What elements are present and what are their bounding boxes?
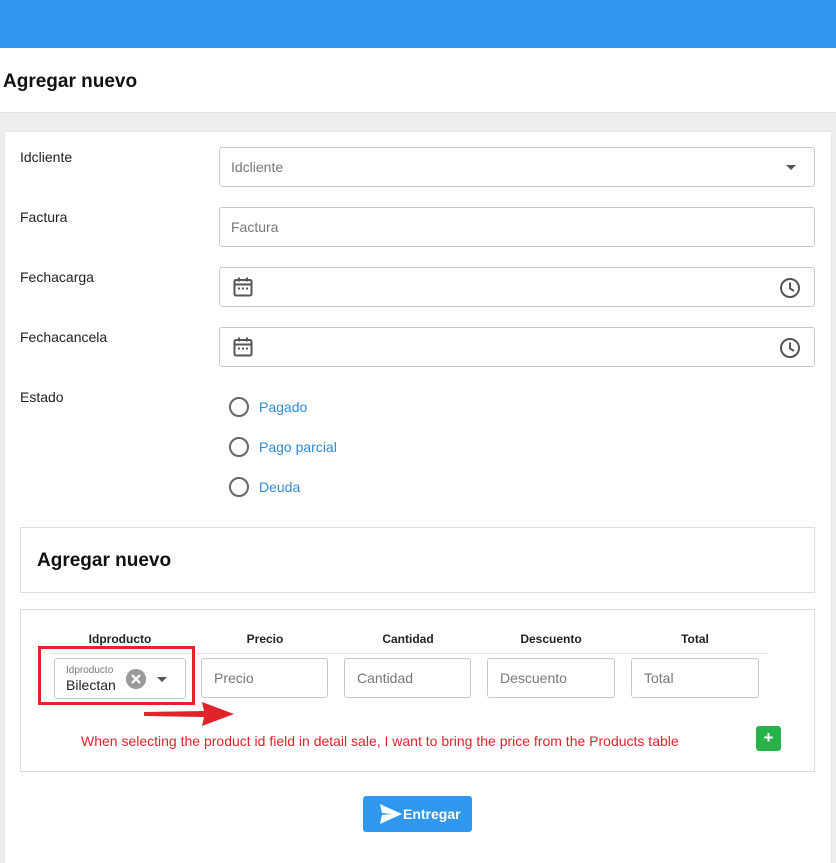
app-top-bar: [0, 0, 836, 48]
radio-circle[interactable]: [229, 437, 249, 457]
total-input[interactable]: Total: [631, 658, 759, 698]
add-row-button[interactable]: +: [756, 726, 781, 751]
precio-placeholder: Precio: [214, 670, 254, 686]
idcliente-label: Idcliente: [20, 149, 73, 165]
factura-input[interactable]: Factura: [219, 207, 815, 247]
clock-icon[interactable]: [779, 337, 801, 359]
column-header-idproducto: Idproducto: [88, 632, 152, 646]
annotation-highlight-box: [38, 646, 195, 705]
factura-placeholder: Factura: [231, 219, 279, 235]
send-icon: [380, 804, 402, 824]
submit-label: Entregar: [403, 806, 461, 822]
estado-label: Estado: [20, 389, 64, 405]
column-header-descuento: Descuento: [520, 632, 582, 646]
descuento-input[interactable]: Descuento: [487, 658, 615, 698]
fechacancela-datetime-input[interactable]: [219, 327, 815, 367]
radio-label-deuda[interactable]: Deuda: [259, 479, 300, 495]
submit-button[interactable]: Entregar: [363, 796, 472, 832]
detail-section-header: Agregar nuevo: [20, 527, 815, 593]
radio-label-pagado[interactable]: Pagado: [259, 399, 307, 415]
radio-label-pago-parcial[interactable]: Pago parcial: [259, 439, 337, 455]
annotation-text: When selecting the product id field in d…: [81, 733, 679, 749]
calendar-icon[interactable]: [233, 337, 253, 357]
cantidad-placeholder: Cantidad: [357, 670, 414, 686]
factura-label: Factura: [20, 209, 68, 225]
precio-input[interactable]: Precio: [201, 658, 328, 698]
radio-circle[interactable]: [229, 477, 249, 497]
column-header-cantidad: Cantidad: [382, 632, 434, 646]
total-placeholder: Total: [644, 670, 674, 686]
cantidad-input[interactable]: Cantidad: [344, 658, 471, 698]
fechacarga-datetime-input[interactable]: [219, 267, 815, 307]
clock-icon[interactable]: [779, 277, 801, 299]
radio-circle[interactable]: [229, 397, 249, 417]
annotation-arrow-icon: [144, 702, 234, 726]
fechacancela-label: Fechacancela: [20, 329, 108, 345]
calendar-icon[interactable]: [233, 277, 253, 297]
column-header-total: Total: [681, 632, 709, 646]
fechacarga-label: Fechacarga: [20, 269, 94, 285]
idcliente-placeholder: Idcliente: [231, 159, 284, 175]
idcliente-select[interactable]: Idcliente: [219, 147, 815, 187]
descuento-placeholder: Descuento: [500, 670, 567, 686]
column-header-precio: Precio: [246, 632, 284, 646]
detail-section-title: Agregar nuevo: [37, 550, 172, 571]
page-title: Agregar nuevo: [3, 71, 138, 92]
chevron-down-icon[interactable]: [786, 165, 796, 170]
page-header: Agregar nuevo: [0, 48, 836, 113]
